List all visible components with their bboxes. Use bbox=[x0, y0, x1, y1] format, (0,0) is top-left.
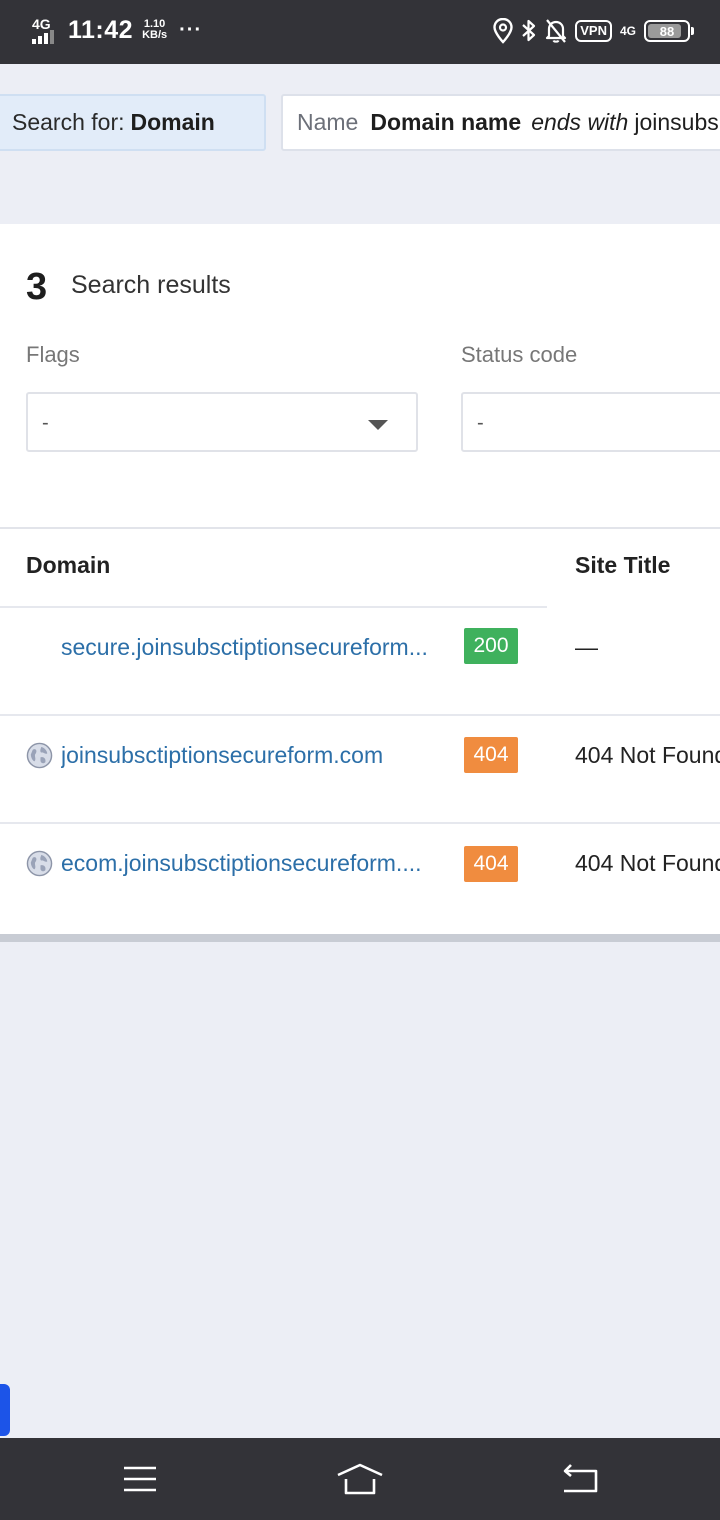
status-badge: 404 bbox=[464, 737, 518, 773]
results-count: 3 bbox=[26, 266, 48, 308]
domain-link[interactable]: joinsubsctiptionsecureform.com bbox=[61, 742, 449, 769]
table-row: ecom.joinsubsctiptionsecureform.... 404 … bbox=[0, 824, 720, 931]
network-speed: 1.10 KB/s bbox=[142, 18, 168, 41]
back-button[interactable] bbox=[558, 1460, 602, 1498]
globe-icon bbox=[26, 742, 53, 769]
search-for-label: Search for: bbox=[12, 109, 125, 135]
results-card: 3 Search results Flags Status code - - D… bbox=[0, 224, 720, 934]
menu-icon bbox=[124, 1466, 156, 1492]
more-notifications-icon: ··· bbox=[179, 18, 203, 41]
status-code-select[interactable]: - bbox=[461, 392, 720, 452]
filter-value: joinsubs bbox=[634, 109, 719, 135]
search-for-value: Domain bbox=[130, 109, 215, 135]
location-icon bbox=[493, 18, 513, 44]
filter-operator: ends with bbox=[531, 109, 629, 135]
flags-label: Flags bbox=[26, 342, 80, 367]
status-badge: 200 bbox=[464, 628, 518, 664]
column-header-site-title[interactable]: Site Title bbox=[575, 552, 670, 579]
globe-icon bbox=[26, 850, 53, 877]
domain-link[interactable]: ecom.joinsubsctiptionsecureform.... bbox=[61, 850, 449, 877]
site-title: 404 Not Found bbox=[575, 850, 720, 876]
site-title: — bbox=[575, 634, 598, 660]
battery-icon: 88 bbox=[644, 20, 694, 42]
table-row: joinsubsctiptionsecureform.com 404 404 N… bbox=[0, 716, 720, 823]
network-type-right: 4G bbox=[619, 24, 636, 38]
filter-field: Domain name bbox=[370, 109, 522, 135]
navigation-bar bbox=[0, 1438, 720, 1520]
flags-select[interactable]: - bbox=[26, 392, 418, 452]
vpn-badge: VPN bbox=[575, 20, 612, 42]
table-row: secure.joinsubsctiptionsecureform... 200… bbox=[0, 608, 720, 715]
bluetooth-icon bbox=[522, 19, 536, 42]
flags-select-value: - bbox=[42, 412, 49, 434]
search-header: Search for: Domain Name Domain name ends… bbox=[0, 64, 720, 224]
filter-name: Name bbox=[297, 109, 359, 135]
table-divider bbox=[0, 527, 720, 529]
signal-icon: 4G bbox=[30, 14, 60, 46]
floating-side-tab[interactable] bbox=[0, 1384, 10, 1436]
back-icon bbox=[563, 1464, 598, 1493]
clock: 11:42 bbox=[68, 15, 134, 44]
results-label: Search results bbox=[71, 271, 231, 299]
site-title: 404 Not Found bbox=[575, 742, 720, 768]
battery-level: 88 bbox=[659, 23, 675, 39]
home-icon bbox=[337, 1463, 383, 1495]
status-bar: 4G 11:42 1.10 KB/s ··· VPN 4G 88 bbox=[0, 0, 720, 64]
column-header-domain[interactable]: Domain bbox=[26, 552, 110, 579]
menu-button[interactable] bbox=[118, 1460, 162, 1498]
card-bottom-edge bbox=[0, 934, 720, 942]
search-filter-chip[interactable]: Name Domain name ends with joinsubs bbox=[281, 94, 720, 151]
chevron-down-icon bbox=[368, 420, 388, 430]
search-for-selector[interactable]: Search for: Domain bbox=[0, 94, 266, 151]
status-badge: 404 bbox=[464, 846, 518, 882]
status-code-label: Status code bbox=[461, 342, 578, 367]
home-button[interactable] bbox=[334, 1460, 386, 1498]
mute-bell-icon bbox=[546, 19, 567, 43]
status-code-select-value: - bbox=[477, 412, 484, 434]
domain-link[interactable]: secure.joinsubsctiptionsecureform... bbox=[61, 634, 449, 661]
